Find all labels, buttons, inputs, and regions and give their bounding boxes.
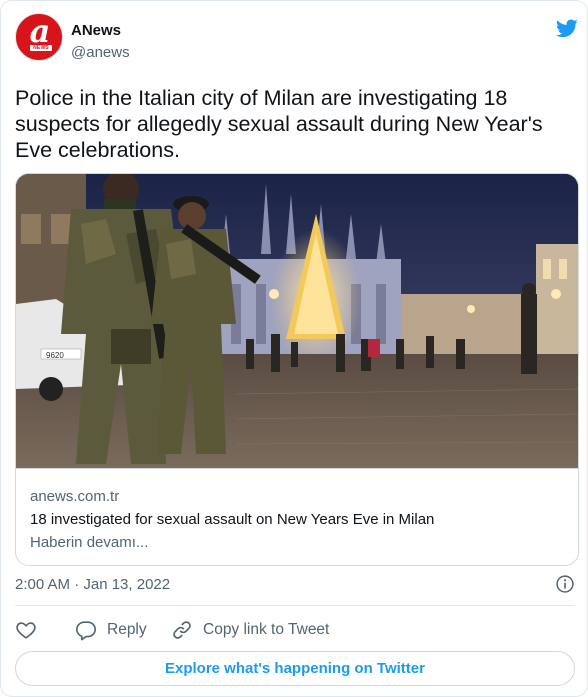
explore-twitter-button[interactable]: Explore what's happening on Twitter xyxy=(15,651,575,686)
twitter-bird-icon[interactable] xyxy=(554,17,580,39)
reply-icon xyxy=(76,621,96,641)
info-icon[interactable] xyxy=(555,574,575,594)
tweet-actions: Reply Copy link to Tweet xyxy=(15,618,575,642)
account-name[interactable]: ANews xyxy=(71,22,121,40)
heart-icon xyxy=(16,622,36,639)
reply-label: Reply xyxy=(107,621,147,638)
like-button[interactable] xyxy=(15,618,45,642)
avatar[interactable]: a NEWS xyxy=(15,13,63,61)
link-meta[interactable]: anews.com.tr 18 investigated for sexual … xyxy=(16,468,578,565)
copy-link-label: Copy link to Tweet xyxy=(203,621,330,638)
photo-car-number: 9620 xyxy=(46,351,64,360)
link-icon xyxy=(173,621,191,639)
link-description[interactable]: Haberin devamı... xyxy=(30,534,148,552)
explore-twitter-label: Explore what's happening on Twitter xyxy=(165,660,425,677)
link-preview-card[interactable]: 9620 anews.com.tr 18 investigated for se… xyxy=(15,173,579,566)
link-title[interactable]: 18 investigated for sexual assault on Ne… xyxy=(30,511,434,529)
preview-photo[interactable]: 9620 xyxy=(16,174,578,468)
tweet-text: Police in the Italian city of Milan are … xyxy=(15,86,543,162)
tweet-header: a NEWS ANews @anews xyxy=(15,13,578,69)
avatar-logo-word: NEWS xyxy=(30,45,52,51)
copy-link-button[interactable]: Copy link to Tweet xyxy=(171,618,341,642)
link-domain[interactable]: anews.com.tr xyxy=(30,488,119,506)
reply-button[interactable]: Reply xyxy=(75,618,155,642)
embedded-tweet-card: a NEWS ANews @anews Police in the Italia… xyxy=(0,0,588,697)
divider xyxy=(15,605,575,606)
tweet-timestamp[interactable]: 2:00 AM · Jan 13, 2022 xyxy=(15,576,170,594)
milan-square-photo: 9620 xyxy=(16,174,578,468)
account-handle[interactable]: @anews xyxy=(71,44,130,62)
